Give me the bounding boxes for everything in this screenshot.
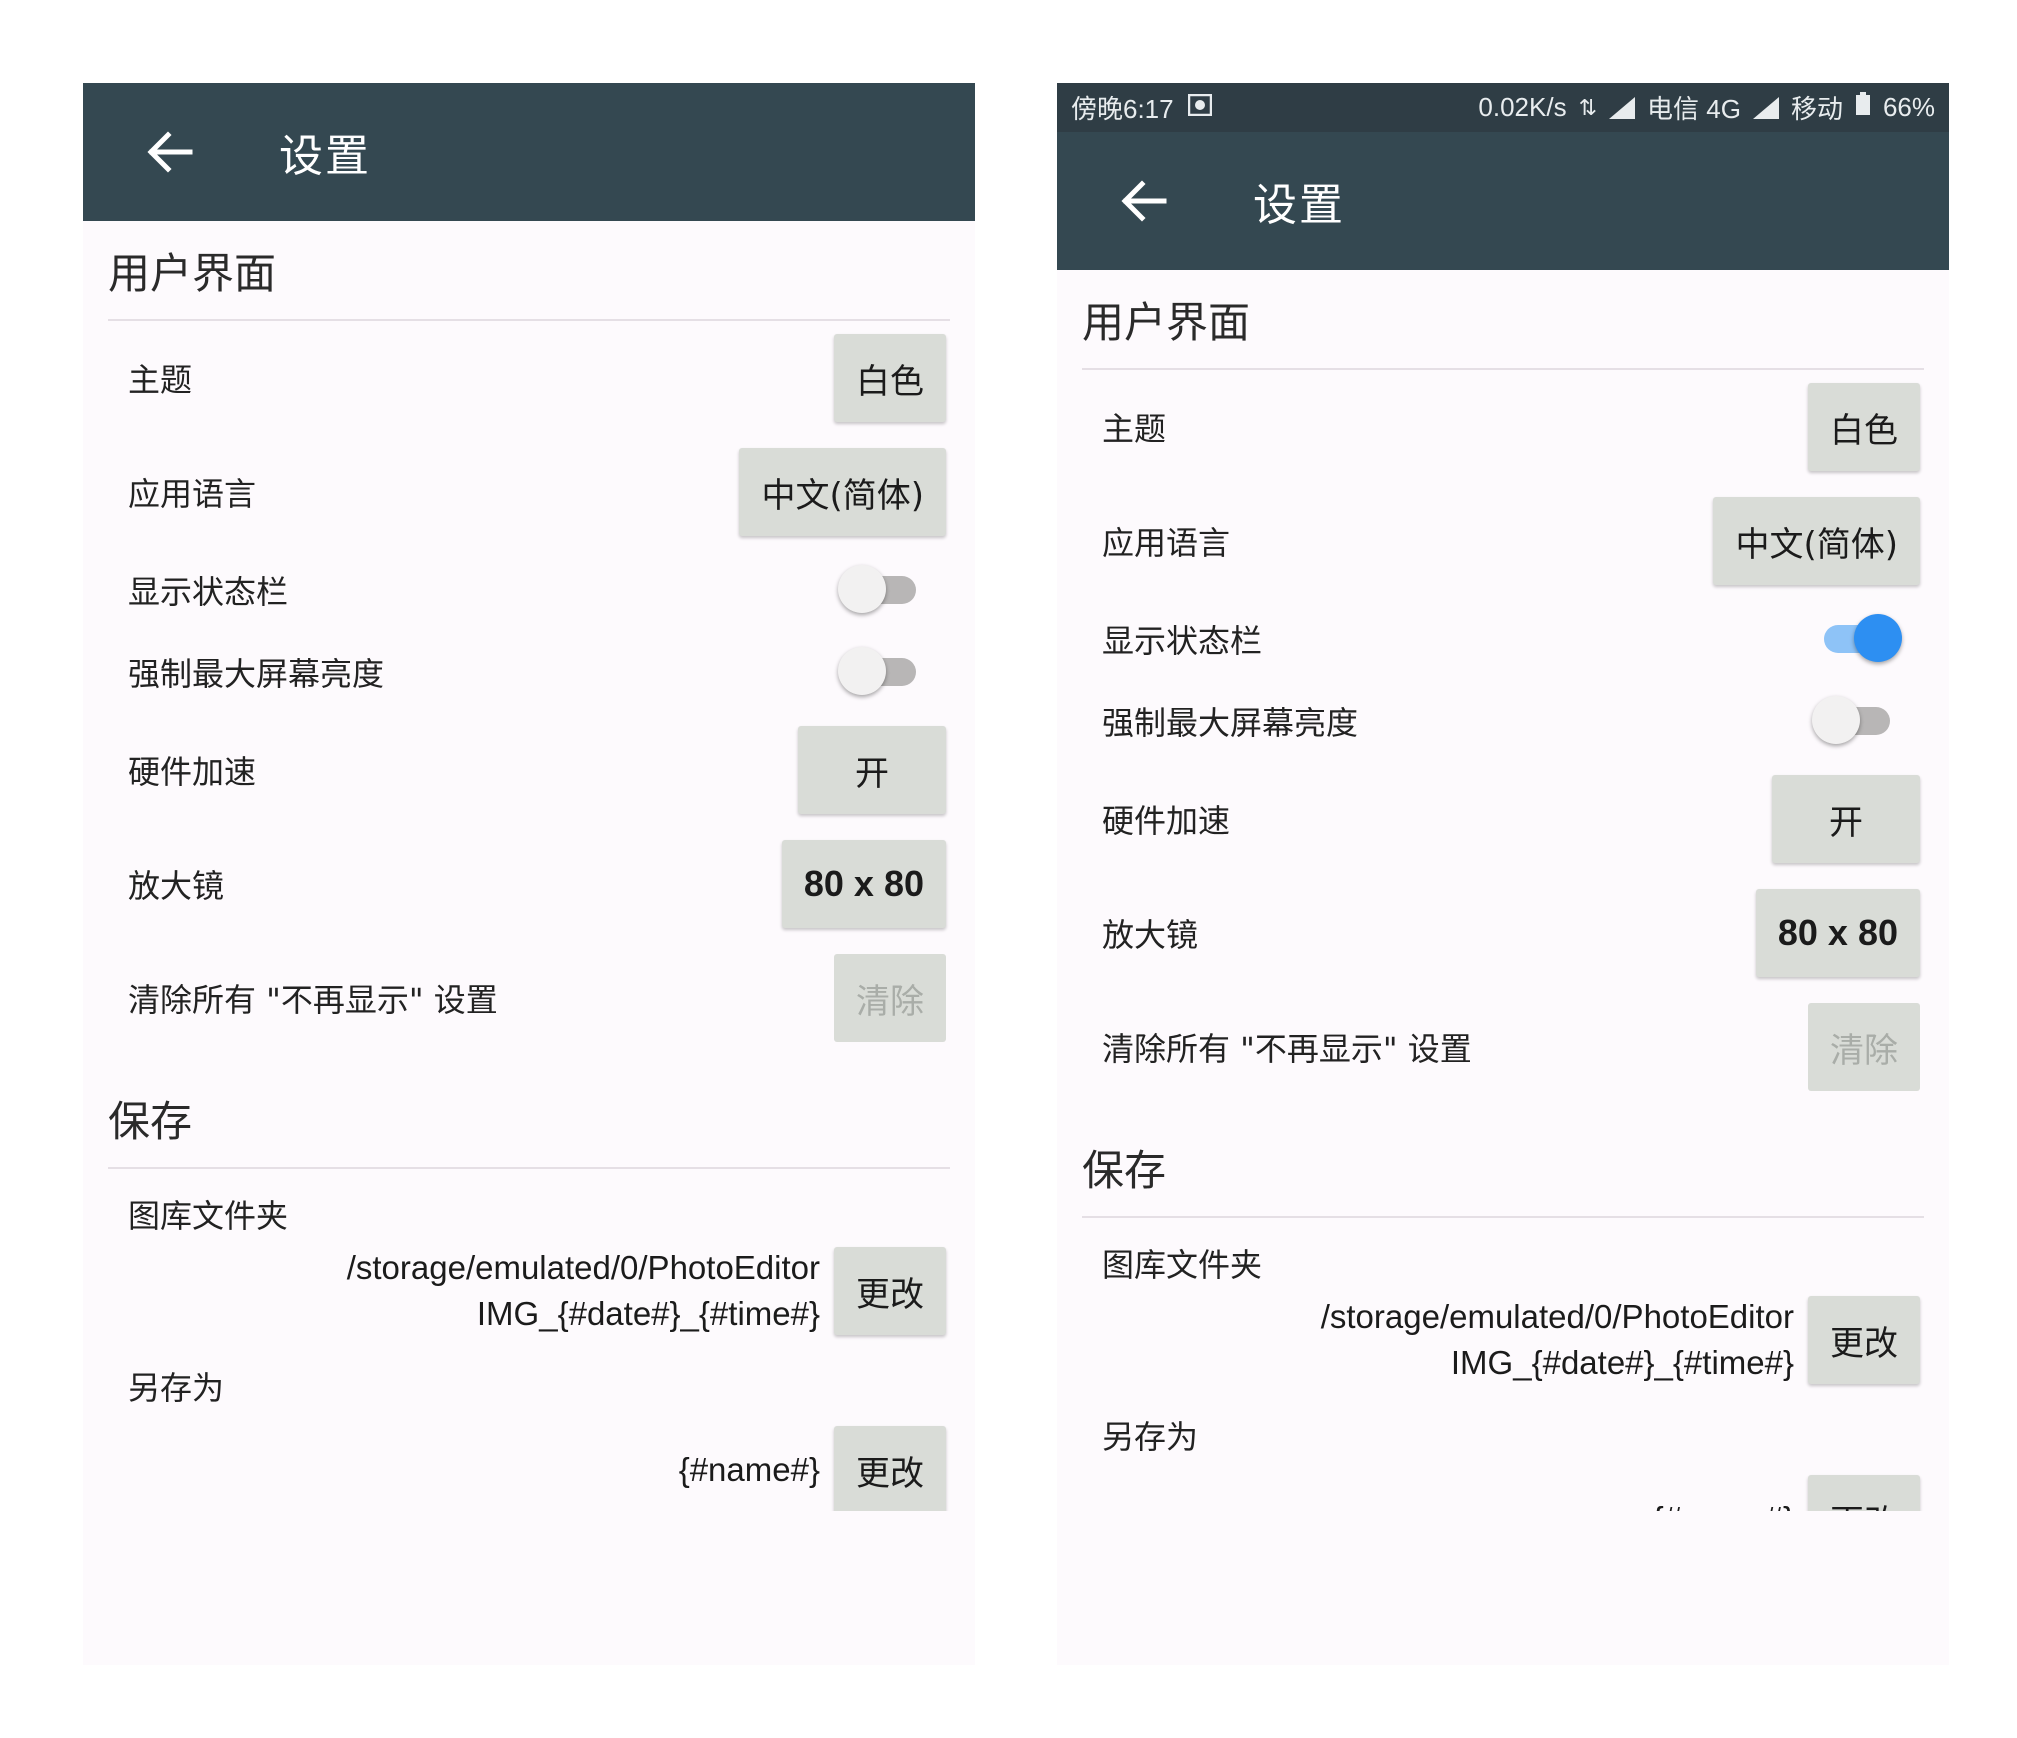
toolbar-title: 设置 <box>1253 180 1345 231</box>
setting-label: 清除所有 "不再显示" 设置 <box>128 981 498 1019</box>
setting-clear-dont-show: 清除所有 "不再显示" 设置 清除 <box>1082 990 1924 1104</box>
setting-clear-dont-show: 清除所有 "不再显示" 设置 清除 <box>108 941 950 1055</box>
setting-hw-accel: 硬件加速 开 <box>108 713 950 827</box>
hw-accel-button[interactable]: 开 <box>1772 775 1920 863</box>
signal-icon <box>1609 96 1636 119</box>
phone-left: 设置 用户界面 主题 白色 应用语言 中文(简体) 显示状态栏 强制最大屏幕亮度 <box>83 83 975 1665</box>
data-transfer-icon: ⇅ <box>1578 94 1598 120</box>
folder-path: /storage/emulated/0/PhotoEditor <box>346 1249 820 1286</box>
carrier-2: 移动 <box>1790 94 1843 124</box>
language-button[interactable]: 中文(简体) <box>1713 497 1920 585</box>
setting-label: 放大镜 <box>1102 916 1199 954</box>
carrier-1: 电信 4G <box>1647 94 1741 124</box>
switch-thumb <box>1812 696 1860 744</box>
show-status-bar-switch[interactable] <box>838 562 928 618</box>
signal-icon <box>1752 96 1779 119</box>
setting-label: 硬件加速 <box>1102 802 1231 840</box>
theme-button[interactable]: 白色 <box>834 334 946 422</box>
gallery-folder-path: /storage/emulated/0/PhotoEditor IMG_{#da… <box>347 1245 820 1337</box>
settings-list[interactable]: 用户界面 主题 白色 应用语言 中文(简体) 显示状态栏 强制最大屏幕亮度 硬件… <box>1057 270 1949 1511</box>
status-time: 傍晚6:17 <box>1071 94 1174 124</box>
battery-icon <box>1855 92 1871 123</box>
switch-thumb <box>838 647 886 695</box>
battery-level: 66% <box>1882 92 1935 122</box>
setting-gallery-folder: 图库文件夹 /storage/emulated/0/PhotoEditor IM… <box>108 1169 950 1511</box>
change-save-as-button[interactable]: 更改 <box>1808 1475 1920 1511</box>
setting-magnifier: 放大镜 80 x 80 <box>1082 876 1924 990</box>
section-header-ui: 用户界面 <box>108 221 950 321</box>
change-save-as-button[interactable]: 更改 <box>834 1426 946 1511</box>
setting-label: 另存为 <box>1102 1418 1199 1456</box>
settings-list[interactable]: 用户界面 主题 白色 应用语言 中文(简体) 显示状态栏 强制最大屏幕亮度 硬件… <box>83 221 975 1511</box>
setting-label: 图库文件夹 <box>1102 1246 1263 1284</box>
theme-button[interactable]: 白色 <box>1808 383 1920 471</box>
save-as-pattern: {#name#} <box>1653 1496 1794 1511</box>
setting-force-brightness: 强制最大屏幕亮度 <box>1082 680 1924 762</box>
clear-button[interactable]: 清除 <box>1808 1003 1920 1091</box>
phone-right: 傍晚6:17 0.02K/s ⇅ 电信 4G 移动 66% 设置 用户界面 主题… <box>1057 83 1949 1665</box>
switch-thumb <box>838 565 886 613</box>
save-as-pattern: {#name#} <box>678 1451 820 1488</box>
show-status-bar-switch[interactable] <box>1812 611 1902 667</box>
clear-button[interactable]: 清除 <box>834 954 946 1042</box>
magnifier-button[interactable]: 80 x 80 <box>781 840 946 928</box>
setting-magnifier: 放大镜 80 x 80 <box>108 827 950 941</box>
setting-label: 主题 <box>1102 410 1167 448</box>
toolbar-title: 设置 <box>279 131 371 182</box>
save-as-row: {#name#} 更改 <box>1102 1462 1920 1511</box>
section-header-save: 保存 <box>1082 1118 1924 1218</box>
setting-show-status-bar: 显示状态栏 <box>1082 598 1924 680</box>
setting-label: 应用语言 <box>128 475 257 513</box>
change-folder-button[interactable]: 更改 <box>834 1247 946 1335</box>
switch-thumb <box>1854 614 1902 662</box>
setting-label: 放大镜 <box>128 867 225 905</box>
setting-show-status-bar: 显示状态栏 <box>108 549 950 631</box>
status-bar: 傍晚6:17 0.02K/s ⇅ 电信 4G 移动 66% <box>1057 83 1949 132</box>
setting-label: 硬件加速 <box>128 753 257 791</box>
setting-language: 应用语言 中文(简体) <box>108 435 950 549</box>
arrow-back-icon <box>147 131 193 173</box>
setting-language: 应用语言 中文(简体) <box>1082 484 1924 598</box>
network-speed: 0.02K/s <box>1478 92 1567 122</box>
gallery-folder-row: /storage/emulated/0/PhotoEditor IMG_{#da… <box>128 1245 946 1337</box>
setting-hw-accel: 硬件加速 开 <box>1082 762 1924 876</box>
setting-label: 主题 <box>128 361 193 399</box>
back-button[interactable] <box>1083 132 1203 270</box>
back-button[interactable] <box>109 83 229 221</box>
setting-theme: 主题 白色 <box>1082 370 1924 484</box>
setting-theme: 主题 白色 <box>108 321 950 435</box>
setting-label: 另存为 <box>128 1369 225 1407</box>
change-folder-button[interactable]: 更改 <box>1808 1296 1920 1384</box>
save-as-row: {#name#} 更改 <box>128 1413 946 1511</box>
screenshot-notification-icon <box>1187 93 1212 122</box>
gallery-folder-path: /storage/emulated/0/PhotoEditor IMG_{#da… <box>1321 1294 1794 1386</box>
toolbar: 设置 <box>1057 132 1949 270</box>
magnifier-button[interactable]: 80 x 80 <box>1755 889 1920 977</box>
arrow-back-icon <box>1121 180 1167 222</box>
language-button[interactable]: 中文(简体) <box>739 448 946 536</box>
setting-force-brightness: 强制最大屏幕亮度 <box>108 631 950 713</box>
setting-label: 显示状态栏 <box>128 573 289 611</box>
force-brightness-switch[interactable] <box>838 644 928 700</box>
filename-pattern: IMG_{#date#}_{#time#} <box>476 1295 820 1332</box>
setting-label: 应用语言 <box>1102 524 1231 562</box>
screenshot-canvas: 设置 用户界面 主题 白色 应用语言 中文(简体) 显示状态栏 强制最大屏幕亮度 <box>0 0 2017 1738</box>
setting-label: 强制最大屏幕亮度 <box>128 655 385 693</box>
filename-pattern: IMG_{#date#}_{#time#} <box>1450 1344 1794 1381</box>
section-header-ui: 用户界面 <box>1082 270 1924 370</box>
folder-path: /storage/emulated/0/PhotoEditor <box>1320 1298 1794 1335</box>
setting-gallery-folder: 图库文件夹 /storage/emulated/0/PhotoEditor IM… <box>1082 1218 1924 1511</box>
setting-label: 强制最大屏幕亮度 <box>1102 704 1359 742</box>
force-brightness-switch[interactable] <box>1812 693 1902 749</box>
setting-label: 图库文件夹 <box>128 1197 289 1235</box>
toolbar: 设置 <box>83 83 975 221</box>
gallery-folder-row: /storage/emulated/0/PhotoEditor IMG_{#da… <box>1102 1294 1920 1386</box>
hw-accel-button[interactable]: 开 <box>798 726 946 814</box>
section-header-save: 保存 <box>108 1069 950 1169</box>
setting-label: 显示状态栏 <box>1102 622 1263 660</box>
setting-label: 清除所有 "不再显示" 设置 <box>1102 1030 1472 1068</box>
